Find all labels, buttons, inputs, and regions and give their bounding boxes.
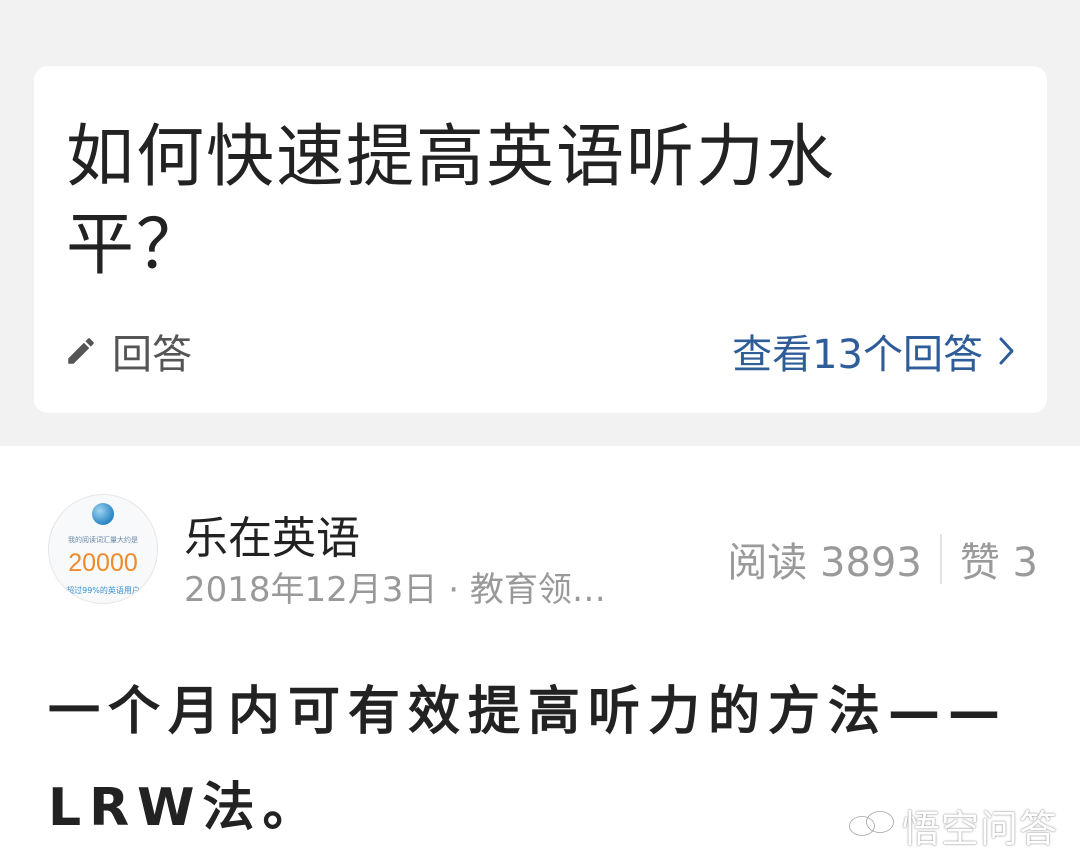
avatar-caption: 我的阅读词汇量大约是 [68,536,138,544]
stats-divider [939,534,942,584]
answer-label: 回答 [112,332,192,378]
view-answers-link[interactable]: 查看13个回答 [732,322,1017,380]
avatar-footer: 超过99%的英语用户 [66,586,140,595]
read-count: 阅读 3893 [727,540,922,586]
watermark-text: 悟空问答 [901,807,1058,851]
like-count[interactable]: 赞 3 [960,530,1038,588]
answer-button[interactable]: 回答 [64,322,192,380]
pencil-icon [64,334,98,368]
author-name[interactable]: 乐在英语 [184,502,360,566]
question-title[interactable]: 如何快速提高英语听力水平？ [66,114,926,290]
chevron-right-icon [997,335,1017,367]
question-card: 如何快速提高英语听力水平？ 回答 查看13个回答 [34,66,1047,413]
globe-icon [92,503,114,525]
avatar-number: 20000 [68,549,138,577]
author-row: 我的阅读词汇量大约是 20000 超过99%的英语用户 乐在英语 2018年12… [48,494,1038,610]
question-section: 如何快速提高英语听力水平？ 回答 查看13个回答 [0,0,1080,446]
article-stats: 阅读 3893 赞 3 [727,530,1038,588]
view-answers-label: 查看13个回答 [732,332,983,378]
wukong-logo-icon [848,808,896,844]
author-meta: 2018年12月3日 · 教育领… [184,570,606,610]
watermark: 悟空问答 [848,798,1058,853]
avatar[interactable]: 我的阅读词汇量大约是 20000 超过99%的英语用户 [48,494,158,604]
